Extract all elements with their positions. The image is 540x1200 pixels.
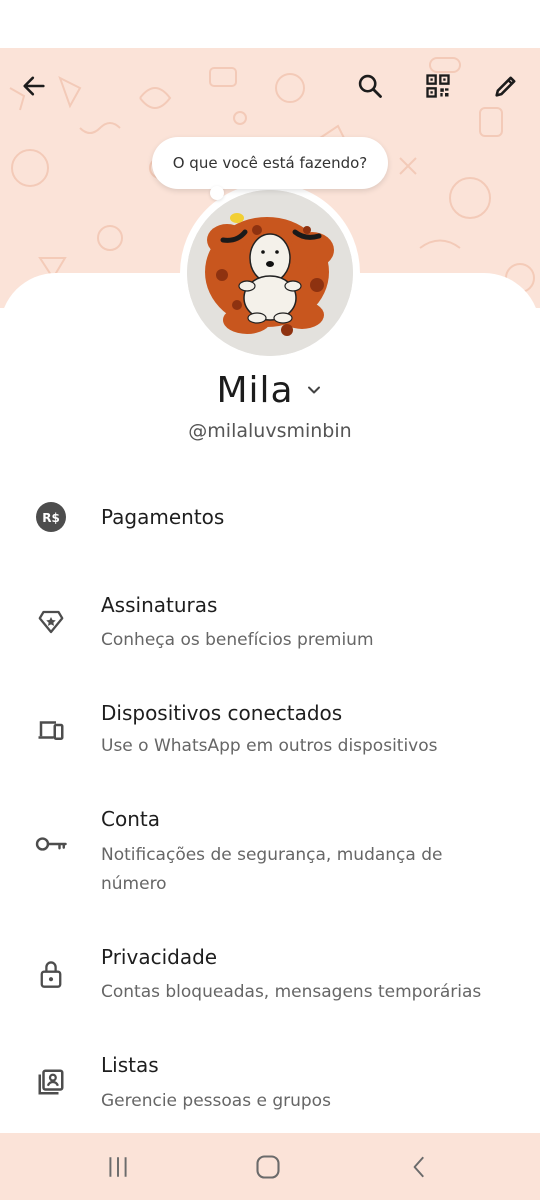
pencil-icon — [495, 76, 516, 97]
back-button[interactable] — [14, 66, 54, 106]
qr-code-button[interactable] — [418, 66, 458, 106]
profile-name-row[interactable]: Mila — [0, 362, 540, 418]
nav-home-button[interactable] — [250, 1149, 286, 1185]
menu-item-pagamentos[interactable]: R$ Pagamentos — [0, 480, 540, 560]
recents-icon — [109, 1157, 127, 1177]
search-icon — [358, 74, 382, 98]
edit-button[interactable] — [486, 66, 526, 106]
menu-item-dispositivos-conectados[interactable]: Dispositivos conectados Use o WhatsApp e… — [0, 693, 540, 783]
badge-star-icon — [34, 605, 68, 639]
arrow-left-icon — [23, 76, 45, 96]
currency-brl-icon: R$ — [34, 500, 68, 534]
menu-item-title: Assinaturas — [101, 593, 218, 617]
menu-item-listas[interactable]: Listas Gerencie pessoas e grupos — [0, 1045, 540, 1130]
status-bubble-tail — [210, 186, 224, 200]
qr-code-icon — [426, 74, 450, 98]
menu-item-conta[interactable]: Conta Notificações de segurança, mudança… — [0, 800, 540, 910]
menu-item-subtitle: Notificações de segurança, mudança de nú… — [101, 845, 443, 894]
menu-item-subtitle: Gerencie pessoas e grupos — [101, 1091, 331, 1111]
menu-item-title: Privacidade — [101, 945, 218, 969]
nav-recents-button[interactable] — [100, 1149, 136, 1185]
nav-back-icon — [413, 1156, 424, 1178]
lock-icon — [34, 957, 68, 991]
menu-item-subtitle: Use o WhatsApp em outros dispositivos — [101, 736, 438, 756]
avatar[interactable] — [187, 190, 353, 356]
nav-back-button[interactable] — [402, 1149, 438, 1185]
status-bar — [0, 0, 540, 48]
menu-item-subtitle: Contas bloqueadas, mensagens temporárias — [101, 982, 482, 1002]
status-bubble[interactable]: O que você está fazendo? — [152, 137, 388, 189]
menu-item-title: Listas — [101, 1053, 159, 1077]
devices-icon — [34, 713, 68, 747]
menu-item-title: Pagamentos — [101, 505, 225, 529]
status-bubble-text: O que você está fazendo? — [172, 154, 368, 172]
avatar-image — [187, 190, 353, 356]
contacts-list-icon — [34, 1065, 68, 1099]
profile-username: @milaluvsminbin — [188, 420, 352, 442]
chevron-down-icon — [307, 386, 320, 394]
profile-name: Mila — [216, 369, 294, 411]
menu-item-subtitle: Conheça os benefícios premium — [101, 630, 374, 650]
home-icon — [256, 1155, 280, 1179]
key-icon — [34, 827, 68, 861]
menu-item-privacidade[interactable]: Privacidade Contas bloqueadas, mensagens… — [0, 937, 540, 1027]
svg-text:R$: R$ — [42, 511, 60, 525]
menu-item-assinaturas[interactable]: Assinaturas Conheça os benefícios premiu… — [0, 585, 540, 675]
system-navigation-bar — [0, 1133, 540, 1200]
menu-item-title: Conta — [101, 807, 160, 831]
menu-item-title: Dispositivos conectados — [101, 701, 343, 725]
search-button[interactable] — [350, 66, 390, 106]
